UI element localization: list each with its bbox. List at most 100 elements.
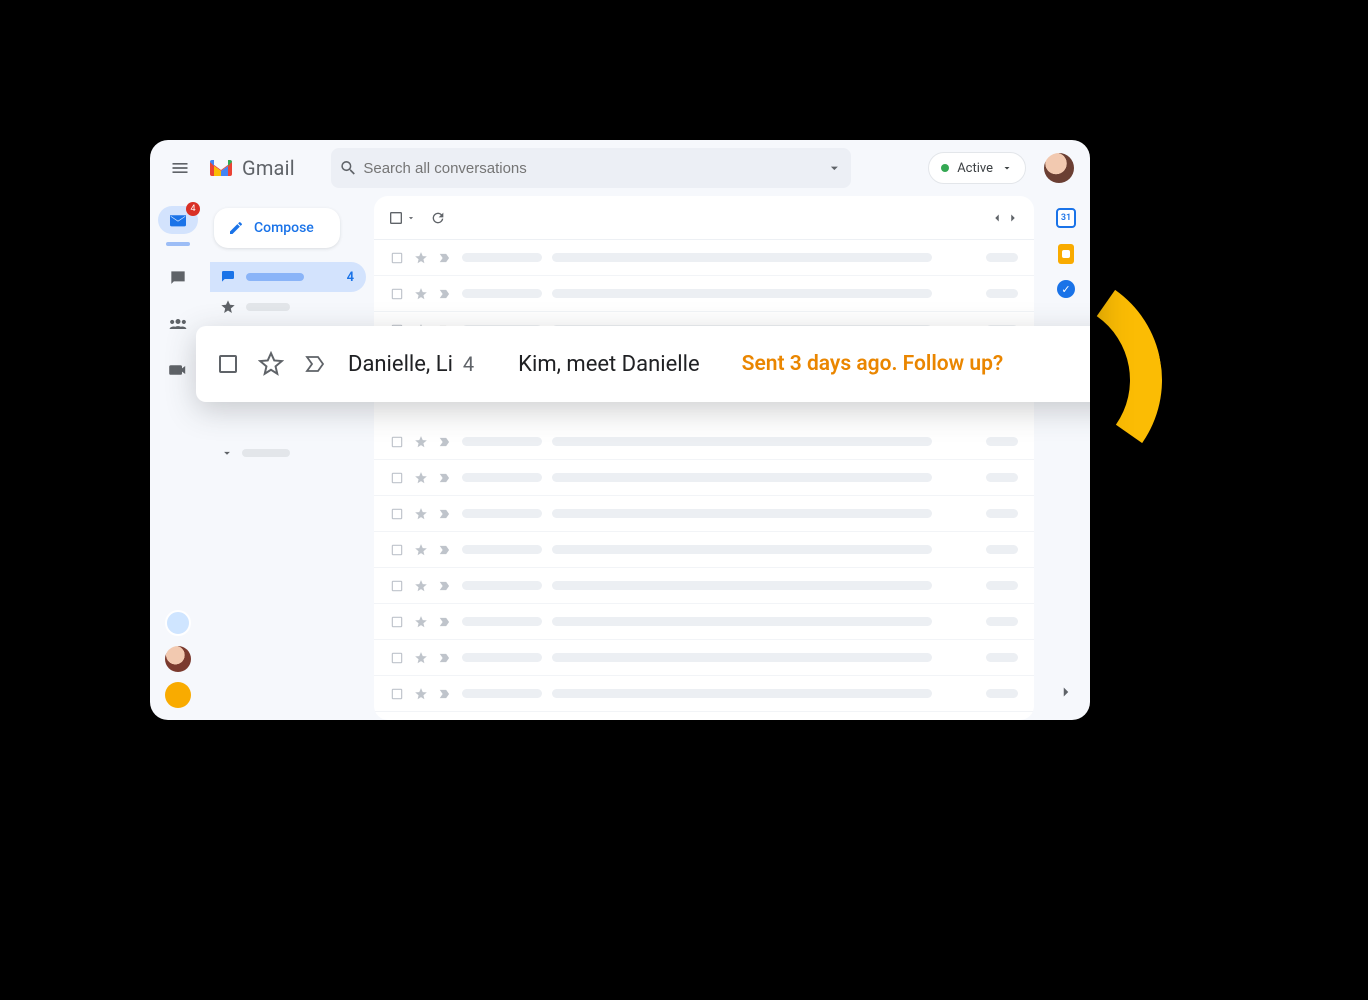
placeholder (462, 545, 542, 554)
importance-icon[interactable] (438, 615, 452, 629)
importance-icon[interactable] (438, 579, 452, 593)
follow-up-nudge-row[interactable]: Danielle, Li 4 Kim, meet Danielle Sent 3… (196, 326, 1090, 402)
list-item[interactable] (374, 568, 1034, 604)
select-all[interactable] (388, 210, 416, 226)
list-item[interactable] (374, 676, 1034, 712)
side-panel-calendar[interactable] (1056, 208, 1076, 228)
chat-contact-1[interactable] (165, 610, 191, 636)
importance-icon[interactable] (438, 687, 452, 701)
placeholder (462, 689, 542, 698)
main-menu-button[interactable] (160, 148, 200, 188)
star-icon[interactable] (414, 687, 428, 701)
pager[interactable] (990, 211, 1020, 225)
list-item[interactable] (374, 276, 1034, 312)
gmail-logo-icon (208, 158, 234, 178)
checkbox-icon[interactable] (216, 352, 240, 376)
chat-contact-3[interactable] (165, 682, 191, 708)
placeholder (986, 509, 1018, 518)
list-item[interactable] (374, 532, 1034, 568)
list-item[interactable] (374, 604, 1034, 640)
status-chip[interactable]: Active (928, 152, 1026, 184)
side-panel-collapse[interactable] (1052, 678, 1080, 706)
checkbox-icon[interactable] (390, 507, 404, 521)
refresh-icon (430, 210, 446, 226)
senders: Danielle, Li (348, 352, 453, 377)
chevron-down-icon (1001, 162, 1013, 174)
importance-icon[interactable] (438, 435, 452, 449)
star-icon[interactable] (414, 435, 428, 449)
importance-icon[interactable] (438, 287, 452, 301)
hamburger-icon (170, 158, 190, 178)
importance-icon[interactable] (438, 507, 452, 521)
importance-icon[interactable] (438, 471, 452, 485)
rail-chat[interactable] (164, 264, 192, 292)
placeholder (552, 545, 932, 554)
gmail-window: Gmail Active 4 (150, 140, 1090, 720)
search-options-icon[interactable] (826, 159, 843, 177)
star-icon[interactable] (414, 579, 428, 593)
compose-label: Compose (254, 220, 314, 236)
placeholder (552, 617, 932, 626)
list-item[interactable] (374, 240, 1034, 276)
compose-button[interactable]: Compose (214, 208, 340, 248)
list-item[interactable] (374, 640, 1034, 676)
sidebar-more[interactable] (210, 438, 366, 468)
placeholder (242, 449, 290, 457)
placeholder (986, 473, 1018, 482)
checkbox-icon[interactable] (390, 251, 404, 265)
chat-contact-2[interactable] (165, 646, 191, 672)
star-icon[interactable] (258, 351, 284, 377)
star-icon[interactable] (414, 251, 428, 265)
star-icon[interactable] (414, 615, 428, 629)
checkbox-icon[interactable] (390, 287, 404, 301)
importance-icon[interactable] (438, 543, 452, 557)
side-panel-keep[interactable] (1058, 244, 1074, 264)
rail-spaces[interactable] (164, 310, 192, 338)
star-icon[interactable] (414, 287, 428, 301)
pencil-icon (228, 220, 244, 236)
checkbox-icon[interactable] (390, 543, 404, 557)
topbar: Gmail Active (150, 140, 1090, 196)
star-icon[interactable] (414, 471, 428, 485)
star-icon[interactable] (414, 543, 428, 557)
rail-meet[interactable] (164, 356, 192, 384)
star-icon[interactable] (414, 507, 428, 521)
account-avatar[interactable] (1044, 153, 1074, 183)
placeholder (552, 289, 932, 298)
search-bar[interactable] (331, 148, 851, 188)
placeholder (986, 689, 1018, 698)
star-icon[interactable] (414, 651, 428, 665)
list-item[interactable] (374, 460, 1034, 496)
placeholder (246, 273, 304, 281)
gmail-brand[interactable]: Gmail (208, 156, 295, 180)
list-toolbar (374, 196, 1034, 240)
checkbox-icon[interactable] (390, 615, 404, 629)
follow-up-prompt: Sent 3 days ago. Follow up? (742, 352, 1004, 376)
placeholder (552, 253, 932, 262)
side-panel-tasks[interactable] (1057, 280, 1075, 298)
importance-icon[interactable] (438, 251, 452, 265)
checkbox-icon[interactable] (390, 651, 404, 665)
list-item[interactable] (374, 496, 1034, 532)
rail-mail[interactable]: 4 (158, 206, 198, 234)
search-input[interactable] (357, 160, 826, 177)
checkbox-icon[interactable] (390, 687, 404, 701)
presence-dot-icon (941, 164, 949, 172)
checkbox-icon[interactable] (390, 435, 404, 449)
placeholder (986, 617, 1018, 626)
mail-icon (168, 212, 188, 228)
checkbox-icon[interactable] (390, 579, 404, 593)
placeholder (462, 653, 542, 662)
chevron-down-icon (220, 446, 234, 460)
placeholder (986, 253, 1018, 262)
importance-icon[interactable] (438, 651, 452, 665)
placeholder (462, 253, 542, 262)
checkbox-icon[interactable] (390, 471, 404, 485)
sidebar-item-inbox[interactable]: 4 (210, 262, 366, 292)
refresh-button[interactable] (430, 210, 446, 226)
list-item[interactable] (374, 424, 1034, 460)
sidebar-item-starred[interactable] (210, 292, 366, 322)
importance-icon[interactable] (302, 352, 330, 376)
inbox-count: 4 (347, 270, 354, 285)
subject: Kim, meet Danielle (518, 352, 699, 377)
